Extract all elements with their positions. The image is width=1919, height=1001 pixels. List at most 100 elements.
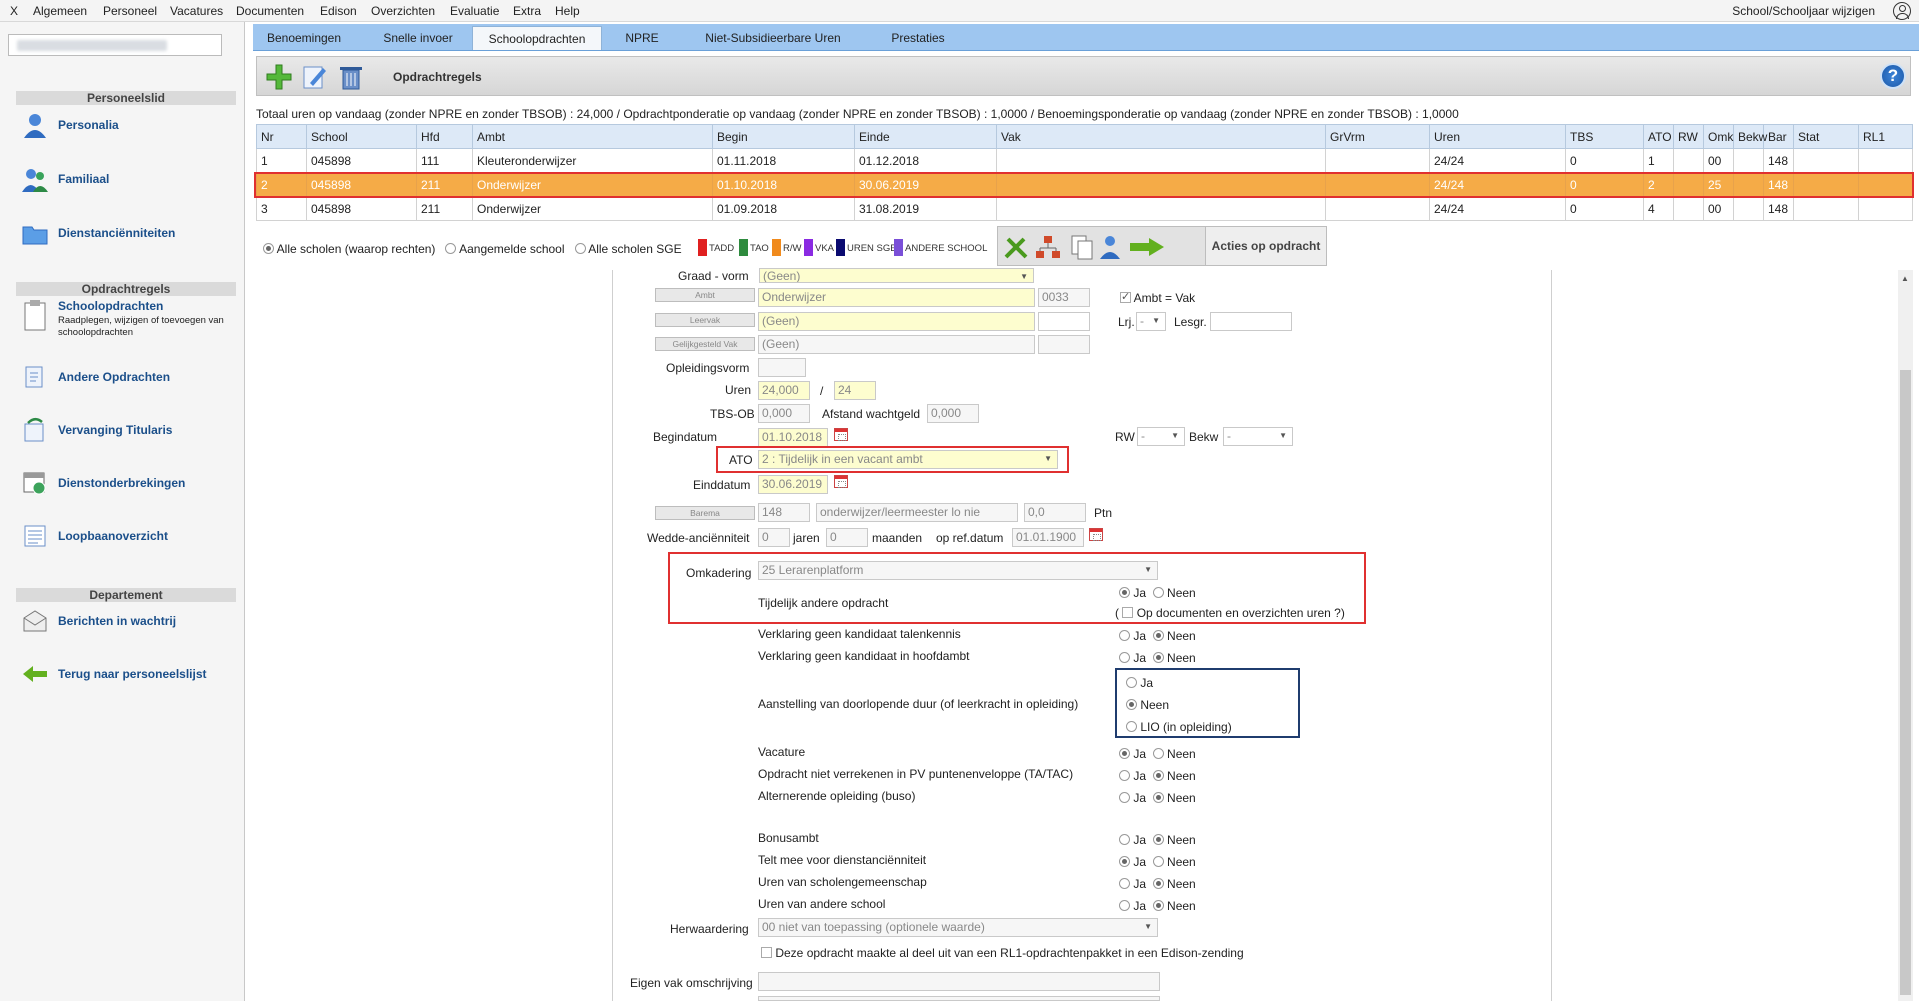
table-row[interactable]: 1 045898 111 Kleuteronderwijzer 01.11.2018 01… (256, 148, 1913, 173)
tools-icon[interactable] (1004, 237, 1028, 259)
niet-verrekenen-neen-radio[interactable] (1152, 770, 1164, 781)
delete-icon[interactable] (337, 63, 365, 91)
filter-scholen-sge-radio[interactable] (574, 243, 586, 254)
column-header[interactable]: GrVrm (1325, 124, 1430, 149)
menu-documenten[interactable]: Documenten (236, 4, 304, 18)
help-icon[interactable]: ? (1880, 63, 1906, 89)
barema-button[interactable]: Barema (655, 506, 755, 520)
menu-extra[interactable]: Extra (513, 4, 541, 18)
aanstelling-neen-radio[interactable] (1126, 699, 1137, 710)
rw-select[interactable]: - (1137, 427, 1185, 446)
add-icon[interactable] (265, 63, 293, 91)
tab-snelle-invoer[interactable]: Snelle invoer (367, 26, 469, 50)
column-header[interactable]: Ambt (472, 124, 713, 149)
actions-on-assignment-button[interactable]: Acties op opdracht (1205, 226, 1327, 266)
column-header[interactable]: RL1 (1858, 124, 1913, 149)
menu-vacatures[interactable]: Vacatures (170, 4, 223, 18)
menu-help[interactable]: Help (555, 4, 580, 18)
column-header[interactable]: Bar (1763, 124, 1794, 149)
menu-close[interactable]: X (10, 4, 18, 18)
alternerende-ja-radio[interactable] (1119, 792, 1130, 803)
telt-mee-ja-radio[interactable] (1119, 856, 1130, 867)
uren-total-field[interactable]: 24 (834, 381, 876, 400)
omkadering-select[interactable]: 25 Lerarenplatform (758, 561, 1158, 580)
uren-andere-ja-radio[interactable] (1119, 900, 1130, 911)
herwaardering-select[interactable]: 00 niet van toepassing (optionele waarde… (758, 918, 1158, 937)
uren-andere-neen-radio[interactable] (1152, 900, 1164, 911)
menu-edison[interactable]: Edison (320, 4, 357, 18)
uren-sg-neen-radio[interactable] (1152, 878, 1164, 889)
tab-npre[interactable]: NPRE (612, 26, 672, 50)
person-search-input[interactable] (8, 34, 222, 56)
ambt-button[interactable]: Ambt (655, 288, 755, 302)
person-settings-icon[interactable] (1100, 236, 1120, 259)
aanstelling-ja-radio[interactable] (1126, 677, 1137, 688)
lrj-select[interactable]: - (1136, 312, 1166, 331)
column-header[interactable]: Begin (712, 124, 855, 149)
tijdelijk-neen-radio[interactable] (1152, 587, 1164, 598)
einddatum-field[interactable]: 30.06.2019 (758, 475, 828, 494)
begindatum-calendar-icon[interactable] (834, 428, 848, 441)
scroll-up-icon[interactable]: ▲ (1901, 274, 1909, 283)
user-icon[interactable] (1893, 2, 1911, 20)
change-school-year-link[interactable]: School/Schooljaar wijzigen (1732, 4, 1875, 18)
column-header[interactable]: RW (1673, 124, 1704, 149)
form-scrollbar[interactable]: ▲ (1898, 270, 1913, 1001)
tab-benoemingen[interactable]: Benoemingen (253, 26, 355, 50)
begindatum-field[interactable]: 01.10.2018 (758, 428, 828, 447)
eigen-vak-omschrijving-field[interactable] (758, 972, 1160, 991)
column-header[interactable]: ATO (1643, 124, 1674, 149)
talenkennis-neen-radio[interactable] (1152, 630, 1164, 641)
column-header[interactable]: Vak (996, 124, 1326, 149)
talenkennis-ja-radio[interactable] (1119, 630, 1130, 641)
column-header[interactable]: Nr (256, 124, 307, 149)
copy-icon[interactable] (1071, 235, 1093, 260)
menu-algemeen[interactable]: Algemeen (33, 4, 87, 18)
hoofdambt-neen-radio[interactable] (1152, 652, 1164, 663)
op-documenten-checkbox[interactable] (1122, 607, 1134, 618)
arrow-right-icon[interactable] (1130, 238, 1164, 256)
niet-verrekenen-ja-radio[interactable] (1119, 770, 1130, 781)
lesgr-field[interactable] (1210, 312, 1292, 331)
column-header[interactable]: Uren (1429, 124, 1566, 149)
vacature-neen-radio[interactable] (1152, 748, 1164, 759)
hierarchy-icon[interactable] (1036, 236, 1060, 258)
leervak-button[interactable]: Leervak (655, 313, 755, 327)
ato-select[interactable]: 2 : Tijdelijk in een vacant ambt (758, 450, 1058, 469)
vacature-ja-radio[interactable] (1119, 748, 1130, 759)
table-row[interactable]: 3 045898 211 Onderwijzer 01.09.2018 31.08.201… (256, 196, 1913, 221)
edit-icon[interactable] (301, 63, 329, 91)
column-header[interactable]: Hfd (416, 124, 473, 149)
gelijkgesteld-vak-button[interactable]: Gelijkgesteld Vak (655, 337, 755, 351)
aanstelling-lio-radio[interactable] (1126, 721, 1137, 732)
menu-evaluatie[interactable]: Evaluatie (450, 4, 499, 18)
scroll-thumb[interactable] (1900, 370, 1911, 995)
ambt-vak-check[interactable] (1120, 290, 1131, 303)
bonusambt-ja-radio[interactable] (1119, 834, 1130, 845)
ambt-vak-checkbox[interactable]: Ambt = Vak (1120, 290, 1195, 305)
bekw-select[interactable]: - (1223, 427, 1293, 446)
column-header[interactable]: Stat (1793, 124, 1859, 149)
hoofdambt-ja-radio[interactable] (1119, 652, 1130, 663)
graad-vorm-select[interactable]: (Geen) (759, 268, 1034, 283)
tab-niet-subsidieerbare-uren[interactable]: Niet-Subsidieerbare Uren (683, 26, 863, 50)
einddatum-calendar-icon[interactable] (834, 475, 848, 488)
column-header[interactable]: Einde (854, 124, 997, 149)
column-header[interactable]: Omk (1703, 124, 1734, 149)
ambt-field[interactable]: Onderwijzer (758, 288, 1035, 307)
tijdelijk-ja-radio[interactable] (1119, 587, 1130, 598)
tab-prestaties[interactable]: Prestaties (873, 26, 963, 50)
table-row[interactable]: 2 045898 211 Onderwijzer 01.10.2018 30.06.201… (256, 172, 1913, 197)
column-header[interactable]: School (306, 124, 417, 149)
uren-sg-ja-radio[interactable] (1119, 878, 1130, 889)
filter-alle-scholen-radio[interactable] (263, 243, 274, 254)
filter-aangemelde-school-radio[interactable] (445, 243, 457, 254)
uren-field[interactable]: 24,000 (758, 381, 810, 400)
bonusambt-neen-radio[interactable] (1152, 834, 1164, 845)
rl1-checkbox[interactable] (761, 947, 772, 958)
telt-mee-neen-radio[interactable] (1152, 856, 1164, 867)
menu-personeel[interactable]: Personeel (103, 4, 157, 18)
ref-datum-calendar-icon[interactable] (1089, 528, 1103, 541)
column-header[interactable]: Bekw (1733, 124, 1767, 149)
tab-schoolopdrachten[interactable]: Schoolopdrachten (472, 26, 602, 50)
